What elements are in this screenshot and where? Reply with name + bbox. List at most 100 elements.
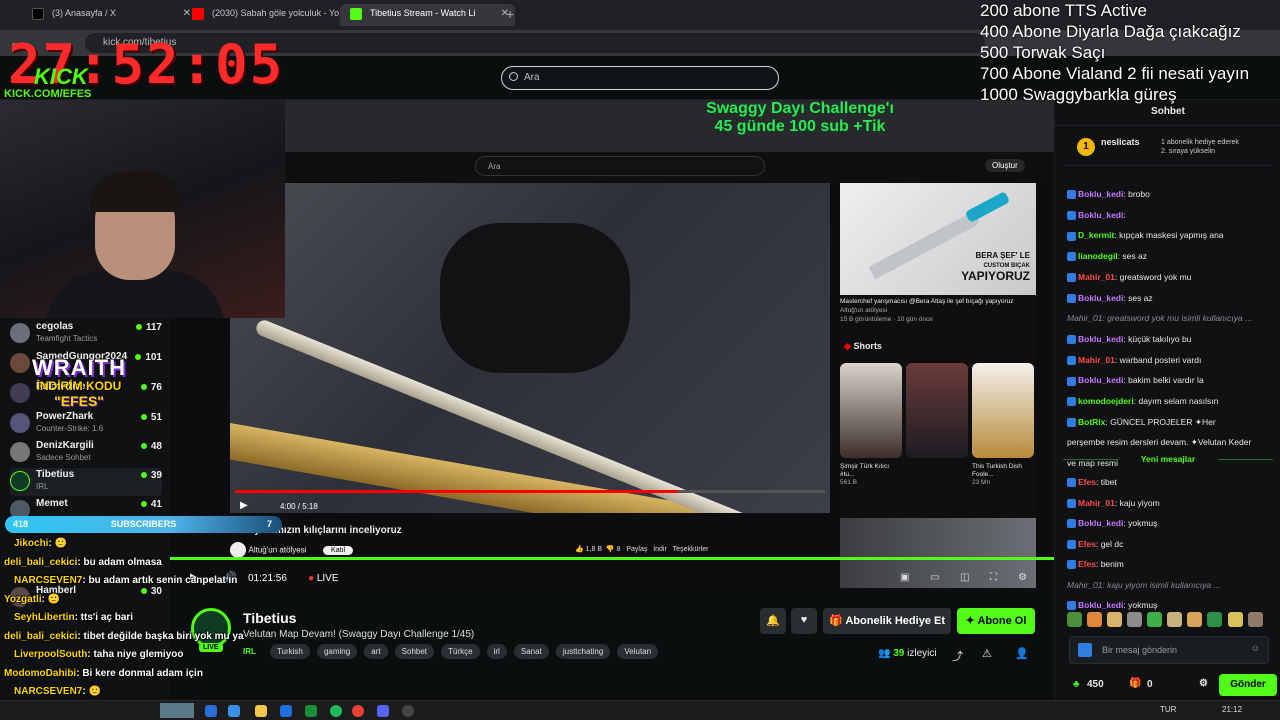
notification-bell-button[interactable]: 🔔 xyxy=(760,608,786,634)
play-icon[interactable]: ▶ xyxy=(240,500,248,511)
emote-icon[interactable] xyxy=(1147,612,1163,627)
emote-icon[interactable] xyxy=(1187,612,1203,627)
youtube-search-input[interactable]: Ara xyxy=(475,156,765,176)
weather-widget[interactable] xyxy=(160,703,194,718)
report-icon[interactable]: ⚠ xyxy=(982,647,992,660)
spotify-icon[interactable] xyxy=(330,705,342,717)
chat-username[interactable]: Efes xyxy=(1078,477,1096,487)
stream-video-player[interactable]: Ara Oluştur ▶ 4:00 / 5:18 BERA ŞEF' LE C… xyxy=(170,100,1054,590)
bot-command-icon[interactable] xyxy=(1078,643,1092,657)
tab-youtube[interactable]: (2030) Sabah göle yolculuk - Yo ✕ xyxy=(182,4,357,26)
settings-icon[interactable]: ⚙ xyxy=(1018,572,1027,583)
tag[interactable]: Velutan xyxy=(617,644,659,659)
tag[interactable]: Sanat xyxy=(513,644,549,659)
chat-username[interactable]: BotRix xyxy=(1078,417,1105,427)
dislike-icon[interactable]: 👎 xyxy=(606,546,615,553)
emote-icon[interactable] xyxy=(1167,612,1183,627)
settings-icon[interactable]: ⚙ xyxy=(1199,678,1208,689)
emote-icon[interactable] xyxy=(1207,612,1223,627)
send-button[interactable]: Gönder xyxy=(1219,674,1277,696)
sidebar-channel-active[interactable]: Tibetius IRL 39 xyxy=(10,468,162,496)
chat-username[interactable]: Boklu_kedi xyxy=(1078,375,1123,385)
fullscreen-icon[interactable]: ⛶ xyxy=(990,572,997,583)
leader-hint: 1 abonelik hediye ederek 2. sıraya yükse… xyxy=(1161,138,1239,156)
emote-icon[interactable] xyxy=(1087,612,1103,627)
chat-username[interactable]: D_kermit xyxy=(1078,230,1114,240)
tag[interactable]: art xyxy=(364,644,388,659)
obs-icon[interactable] xyxy=(402,705,414,717)
chat-username[interactable]: Efes xyxy=(1078,539,1096,549)
tag[interactable]: Türkçe xyxy=(441,644,480,659)
excel-icon[interactable] xyxy=(305,705,317,717)
subscribe-button[interactable]: ✦ Abone Ol xyxy=(957,608,1035,634)
chat-username[interactable]: Efes xyxy=(1078,559,1096,569)
chat-username[interactable]: Boklu_kedi xyxy=(1078,600,1123,610)
emote-icon[interactable] xyxy=(1127,612,1143,627)
chat-message: Boklu_kedi: brobo xyxy=(1067,189,1277,200)
clock[interactable]: 21:12 xyxy=(1222,705,1242,714)
sidebar-channel[interactable]: DenizKargili Sadece Sohbet 48 xyxy=(10,439,162,467)
emote-icon[interactable] xyxy=(1067,612,1082,627)
chat-username[interactable]: Mahir_01 xyxy=(1078,272,1115,282)
bell-icon: 🔔 xyxy=(766,615,780,627)
emoji-icon[interactable]: ☺ xyxy=(1251,643,1260,653)
chat-username[interactable]: Boklu_kedi xyxy=(1078,210,1123,220)
discord-icon[interactable] xyxy=(377,705,389,717)
like-icon[interactable]: 👍 xyxy=(575,546,584,553)
side-video-thumbnail[interactable]: BERA ŞEF' LE CUSTOM BIÇAK YAPIYORUZ xyxy=(840,183,1036,295)
emote-icon[interactable] xyxy=(1107,612,1123,627)
tab-kick[interactable]: Tibetius Stream - Watch Li ✕ xyxy=(340,4,515,26)
emote-icon[interactable] xyxy=(1247,612,1263,627)
chat-username[interactable]: Mahir_01 xyxy=(1078,355,1115,365)
hair-graphic xyxy=(90,172,182,212)
tag[interactable]: gaming xyxy=(316,644,358,659)
gift-subscription-button[interactable]: 🎁 Abonelik Hediye Et xyxy=(823,608,951,634)
chat-username[interactable]: Mahir_01 xyxy=(1078,498,1115,508)
start-icon[interactable] xyxy=(205,705,217,717)
chat-text: yokmuş xyxy=(1128,518,1158,528)
clip-icon[interactable]: ▣ xyxy=(900,572,909,583)
chat-username[interactable]: lianodegil xyxy=(1078,251,1118,261)
short-thumbnail[interactable] xyxy=(906,363,968,458)
share-button[interactable]: Paylaş xyxy=(626,546,647,553)
short-thumbnail[interactable] xyxy=(972,363,1034,458)
create-button[interactable]: Oluştur xyxy=(985,159,1025,172)
chat-username[interactable]: Boklu_kedi xyxy=(1078,518,1123,528)
explorer-icon[interactable] xyxy=(255,705,267,717)
emote-icon[interactable] xyxy=(1227,612,1243,627)
avatar xyxy=(10,471,30,491)
outlook-icon[interactable] xyxy=(280,705,292,717)
tag[interactable]: Sohbet xyxy=(394,644,435,659)
edge-icon[interactable] xyxy=(228,705,240,717)
search-input[interactable]: Ara xyxy=(501,66,779,90)
language-indicator[interactable]: TUR xyxy=(1160,705,1176,714)
follow-button[interactable]: ♥ xyxy=(791,608,817,634)
chat-username[interactable]: Boklu_kedi xyxy=(1078,189,1123,199)
overlay-chat-user: Yozgatli xyxy=(4,593,42,605)
channel-name: DenizKargili xyxy=(36,440,94,451)
youtube-progress-bar[interactable] xyxy=(235,490,825,493)
chat-message-input[interactable]: Bir mesaj gönderin ☺ xyxy=(1069,636,1269,664)
short-thumbnail[interactable] xyxy=(840,363,902,458)
profile-icon[interactable]: 👤 xyxy=(1015,647,1029,660)
chat-username[interactable]: Boklu_kedi xyxy=(1078,293,1123,303)
tag[interactable]: justtchating xyxy=(555,644,611,659)
chrome-icon[interactable] xyxy=(352,705,364,717)
sidebar-channel[interactable]: PowerZhark Counter-Strike: 1.6 51 xyxy=(10,410,162,438)
join-button[interactable]: Katıl xyxy=(323,546,354,556)
side-video-title[interactable]: Masterchef yarışmacısı @Bera Altaş ile ş… xyxy=(840,297,1036,306)
share-icon[interactable]: ⤴ xyxy=(952,648,963,664)
download-button[interactable]: İndir xyxy=(653,546,667,553)
sidebar-channel[interactable]: cegolas Teamfight Tactics 117 xyxy=(10,320,162,348)
thanks-button[interactable]: Teşekkürler xyxy=(673,546,709,553)
chat-text: bakim belki vardır la xyxy=(1128,375,1204,386)
new-tab-button[interactable]: + xyxy=(506,6,514,22)
tag[interactable]: irl xyxy=(486,644,507,659)
tab-x[interactable]: (3) Anasayfa / X ✕ xyxy=(22,4,197,26)
leader-name: neslicats xyxy=(1101,137,1140,147)
channel-name: Tibetius xyxy=(36,469,75,480)
pip-icon[interactable]: ◫ xyxy=(960,572,969,583)
theater-icon[interactable]: ▭ xyxy=(930,572,939,583)
chat-username[interactable]: komodoejderi xyxy=(1078,396,1134,406)
chat-username[interactable]: Boklu_kedi xyxy=(1078,334,1123,344)
